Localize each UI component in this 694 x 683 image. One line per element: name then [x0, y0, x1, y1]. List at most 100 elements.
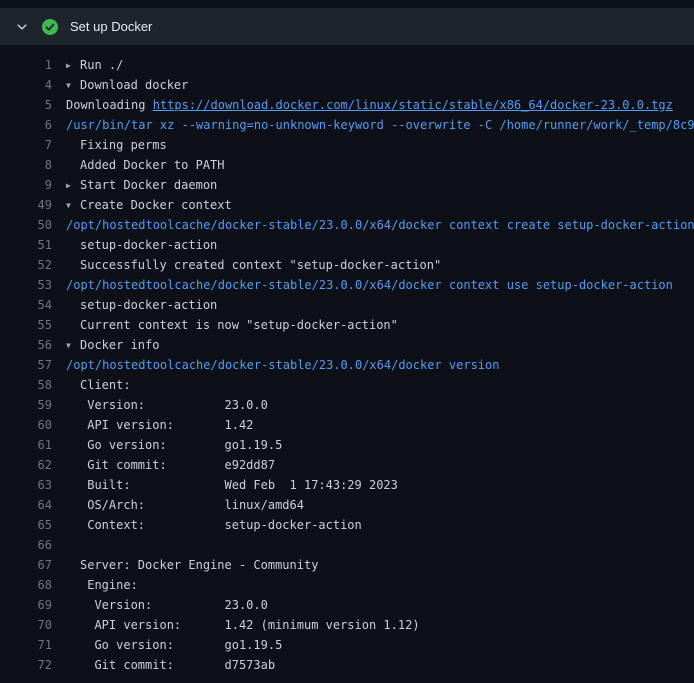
line-content: API version: 1.42: [66, 415, 694, 435]
log-line: 58 Client:: [0, 375, 694, 395]
line-number[interactable]: 69: [0, 595, 52, 615]
line-content[interactable]: ▶Run ./: [66, 55, 694, 75]
line-number[interactable]: 4: [0, 75, 52, 95]
log-line: 61 Go version: go1.19.5: [0, 435, 694, 455]
line-number[interactable]: 49: [0, 195, 52, 215]
line-content: Git commit: d7573ab: [66, 655, 694, 675]
line-number[interactable]: 50: [0, 215, 52, 235]
line-content[interactable]: ▼Docker info: [66, 335, 694, 355]
log-line: 68 Engine:: [0, 575, 694, 595]
log-line: 62 Git commit: e92dd87: [0, 455, 694, 475]
log-line: 67 Server: Docker Engine - Community: [0, 555, 694, 575]
line-content: Version: 23.0.0: [66, 395, 694, 415]
line-content: Downloading https://download.docker.com/…: [66, 95, 694, 115]
line-number[interactable]: 68: [0, 575, 52, 595]
line-content: Version: 23.0.0: [66, 595, 694, 615]
line-content[interactable]: ▼Download docker: [66, 75, 694, 95]
line-number[interactable]: 60: [0, 415, 52, 435]
line-number[interactable]: 57: [0, 355, 52, 375]
line-content: Fixing perms: [66, 135, 694, 155]
log-line: 9 ▶Start Docker daemon: [0, 175, 694, 195]
group-expanded-icon[interactable]: ▼: [66, 196, 80, 216]
log-line: 54setup-docker-action: [0, 295, 694, 315]
line-content: Successfully created context "setup-dock…: [66, 255, 694, 275]
group-collapsed-icon[interactable]: ▶: [66, 176, 80, 196]
group-expanded-icon[interactable]: ▼: [66, 76, 80, 96]
line-content: Server: Docker Engine - Community: [66, 555, 694, 575]
line-number[interactable]: 61: [0, 435, 52, 455]
line-number[interactable]: 56: [0, 335, 52, 355]
step-header-setup-docker[interactable]: Set up Docker: [0, 8, 694, 45]
download-url-link[interactable]: https://download.docker.com/linux/static…: [153, 98, 673, 112]
line-content: Git commit: e92dd87: [66, 455, 694, 475]
log-line: 59 Version: 23.0.0: [0, 395, 694, 415]
log-line: 71 Go version: go1.19.5: [0, 635, 694, 655]
line-number[interactable]: 55: [0, 315, 52, 335]
line-number[interactable]: 9: [0, 175, 52, 195]
status-success-icon: [42, 19, 66, 35]
line-number[interactable]: 54: [0, 295, 52, 315]
line-content[interactable]: ▶Start Docker daemon: [66, 175, 694, 195]
log-line: 6/usr/bin/tar xz --warning=no-unknown-ke…: [0, 115, 694, 135]
step-title: Set up Docker: [70, 19, 152, 34]
log-line: 7 Fixing perms: [0, 135, 694, 155]
log-line: 66: [0, 535, 694, 555]
line-content: Go version: go1.19.5: [66, 435, 694, 455]
log-line: 64 OS/Arch: linux/amd64: [0, 495, 694, 515]
line-content: /opt/hostedtoolcache/docker-stable/23.0.…: [66, 215, 694, 235]
line-number[interactable]: 62: [0, 455, 52, 475]
line-number[interactable]: 52: [0, 255, 52, 275]
line-number[interactable]: 6: [0, 115, 52, 135]
line-number[interactable]: 67: [0, 555, 52, 575]
line-number[interactable]: 51: [0, 235, 52, 255]
log-line: 56 ▼Docker info: [0, 335, 694, 355]
line-content: /opt/hostedtoolcache/docker-stable/23.0.…: [66, 275, 694, 295]
line-content: API version: 1.42 (minimum version 1.12): [66, 615, 694, 635]
line-content: /usr/bin/tar xz --warning=no-unknown-key…: [66, 115, 694, 135]
group-title: Run ./: [80, 58, 123, 72]
line-number[interactable]: 53: [0, 275, 52, 295]
line-number[interactable]: 59: [0, 395, 52, 415]
group-collapsed-icon[interactable]: ▶: [66, 56, 80, 76]
line-number[interactable]: 5: [0, 95, 52, 115]
line-number[interactable]: 71: [0, 635, 52, 655]
line-number[interactable]: 1: [0, 55, 52, 75]
log-line: 8 Added Docker to PATH: [0, 155, 694, 175]
line-number[interactable]: 72: [0, 655, 52, 675]
line-number[interactable]: 7: [0, 135, 52, 155]
line-content: Context: setup-docker-action: [66, 515, 694, 535]
line-content[interactable]: ▼Create Docker context: [66, 195, 694, 215]
line-content: Client:: [66, 375, 694, 395]
log-line: 1 ▶Run ./: [0, 55, 694, 75]
log-line: 65 Context: setup-docker-action: [0, 515, 694, 535]
line-number[interactable]: 58: [0, 375, 52, 395]
log-line: 51setup-docker-action: [0, 235, 694, 255]
link-prefix-text: Downloading: [66, 98, 153, 112]
line-number[interactable]: 66: [0, 535, 52, 555]
line-content: [66, 535, 694, 555]
log-line: 50/opt/hostedtoolcache/docker-stable/23.…: [0, 215, 694, 235]
line-content: /opt/hostedtoolcache/docker-stable/23.0.…: [66, 355, 694, 375]
line-content: Added Docker to PATH: [66, 155, 694, 175]
line-number[interactable]: 70: [0, 615, 52, 635]
line-content: Current context is now "setup-docker-act…: [66, 315, 694, 335]
line-content: Engine:: [66, 575, 694, 595]
log-line: 53/opt/hostedtoolcache/docker-stable/23.…: [0, 275, 694, 295]
log-line: 70 API version: 1.42 (minimum version 1.…: [0, 615, 694, 635]
line-number[interactable]: 8: [0, 155, 52, 175]
log-lines: 1▶Run ./4▼Download docker5Downloading ht…: [0, 45, 694, 675]
line-content: OS/Arch: linux/amd64: [66, 495, 694, 515]
log-line: 72 Git commit: d7573ab: [0, 655, 694, 675]
line-number[interactable]: 64: [0, 495, 52, 515]
line-number[interactable]: 65: [0, 515, 52, 535]
log-line: 55 Current context is now "setup-docker-a…: [0, 315, 694, 335]
group-title: Create Docker context: [80, 198, 232, 212]
log-line: 52 Successfully created context "setup-do…: [0, 255, 694, 275]
group-expanded-icon[interactable]: ▼: [66, 336, 80, 356]
chevron-down-icon[interactable]: [16, 21, 42, 33]
group-title: Download docker: [80, 78, 188, 92]
line-content: Built: Wed Feb 1 17:43:29 2023: [66, 475, 694, 495]
log-line: 60 API version: 1.42: [0, 415, 694, 435]
line-number[interactable]: 63: [0, 475, 52, 495]
line-content: Go version: go1.19.5: [66, 635, 694, 655]
